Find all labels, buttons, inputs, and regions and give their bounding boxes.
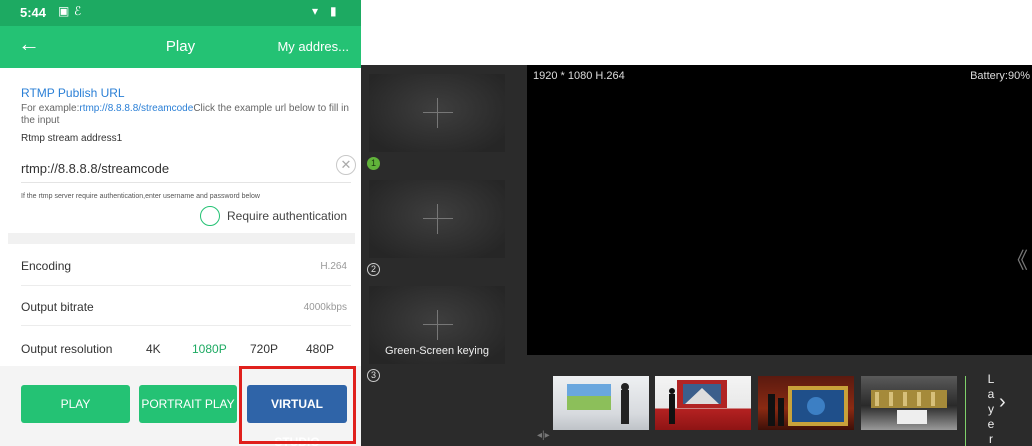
auth-hint-text: If the rtmp server require authenticatio…	[21, 193, 260, 200]
source-slot-2[interactable]	[369, 180, 505, 258]
scene-thumbnail-3[interactable]	[758, 376, 854, 430]
play-button[interactable]: PLAY	[21, 385, 130, 423]
clear-input-icon[interactable]: ✕	[336, 155, 356, 175]
row-divider	[21, 285, 351, 286]
scene-thumbnail-2[interactable]	[655, 376, 751, 430]
portrait-play-button[interactable]: PORTRAIT PLAY	[139, 385, 237, 423]
battery-status: Battery:90%	[970, 70, 1030, 82]
require-auth-radio[interactable]	[200, 206, 220, 226]
add-source-icon	[423, 112, 453, 113]
battery-icon: ▮	[330, 4, 337, 18]
collapse-panel-icon[interactable]: 《	[1006, 243, 1028, 275]
source-number-badge: 1	[367, 157, 380, 170]
resolution-option-480p[interactable]: 480P	[306, 342, 334, 356]
app-bar: ← Play My addres...	[0, 26, 361, 68]
resolution-label: Output resolution	[21, 342, 113, 356]
source-caption: Green-Screen keying	[385, 345, 489, 357]
add-source-icon	[437, 98, 438, 128]
row-divider	[21, 325, 351, 326]
add-source-icon	[437, 204, 438, 234]
my-address-button[interactable]: My addres...	[277, 39, 349, 54]
layer-button[interactable]: L a y e r ›	[965, 372, 1011, 446]
encoding-value[interactable]: H.264	[320, 261, 347, 272]
layer-label: L a y e r	[986, 372, 996, 446]
resolution-option-4k[interactable]: 4K	[146, 342, 161, 356]
scene-art	[669, 380, 727, 424]
add-source-icon	[423, 324, 453, 325]
resolution-option-720p[interactable]: 720P	[250, 342, 278, 356]
audio-icon[interactable]: ◂|▸	[537, 430, 550, 441]
preview-monitor[interactable]: 1920 * 1080 H.264 Battery:90% 《	[527, 65, 1032, 355]
add-source-icon	[437, 310, 438, 340]
source-number-badge: 2	[367, 263, 380, 276]
rtmp-example-hint: For example:rtmp://8.8.8.8/streamcodeCli…	[21, 103, 361, 127]
status-bar: 5:44 ▣ ℰ ▾ ▮	[0, 0, 361, 26]
example-url-link[interactable]: rtmp://8.8.8.8/streamcode	[79, 103, 193, 114]
bitrate-label: Output bitrate	[21, 300, 94, 314]
hint-prefix: For example:	[21, 103, 80, 114]
layer-letter: r	[989, 432, 993, 446]
resolution-option-1080p[interactable]: 1080P	[192, 342, 227, 356]
require-auth-label[interactable]: Require authentication	[227, 209, 347, 223]
scene-thumbnail-4[interactable]	[861, 376, 957, 430]
phone-panel: 5:44 ▣ ℰ ▾ ▮ ← Play My addres... RTMP Pu…	[0, 0, 361, 446]
scene-art	[567, 383, 629, 424]
rtmp-section-title: RTMP Publish URL	[21, 86, 125, 100]
source-slot-1[interactable]	[369, 74, 505, 152]
layer-letter: a	[987, 387, 995, 401]
layer-letter: L	[987, 372, 995, 386]
highlight-box	[239, 366, 356, 444]
stream-address-label: Rtmp stream address1	[21, 133, 123, 144]
layer-letter: y	[988, 402, 994, 416]
layer-letter: e	[987, 417, 995, 431]
preview-resolution-label: 1920 * 1080 H.264	[533, 70, 625, 82]
bitrate-value[interactable]: 4000kbps	[304, 302, 347, 313]
section-divider	[8, 233, 355, 244]
chevron-right-icon: ›	[999, 391, 1006, 413]
input-underline	[21, 182, 351, 183]
source-number-badge: 3	[367, 369, 380, 382]
source-slot-3[interactable]: Green-Screen keying	[369, 286, 505, 364]
app-notification-icon: ℰ	[74, 4, 82, 18]
scene-art	[768, 386, 848, 426]
image-notification-icon: ▣	[58, 4, 70, 18]
scene-thumbnail-1[interactable]	[553, 376, 649, 430]
rtmp-url-input[interactable]	[21, 159, 321, 177]
scene-art	[871, 390, 947, 424]
status-time: 5:44	[20, 5, 47, 20]
virtual-studio-panel: 1 2 Green-Screen keying 3 1920 * 1080 H.…	[361, 65, 1032, 446]
wifi-icon: ▾	[312, 4, 319, 18]
add-source-icon	[423, 218, 453, 219]
encoding-label: Encoding	[21, 259, 72, 273]
